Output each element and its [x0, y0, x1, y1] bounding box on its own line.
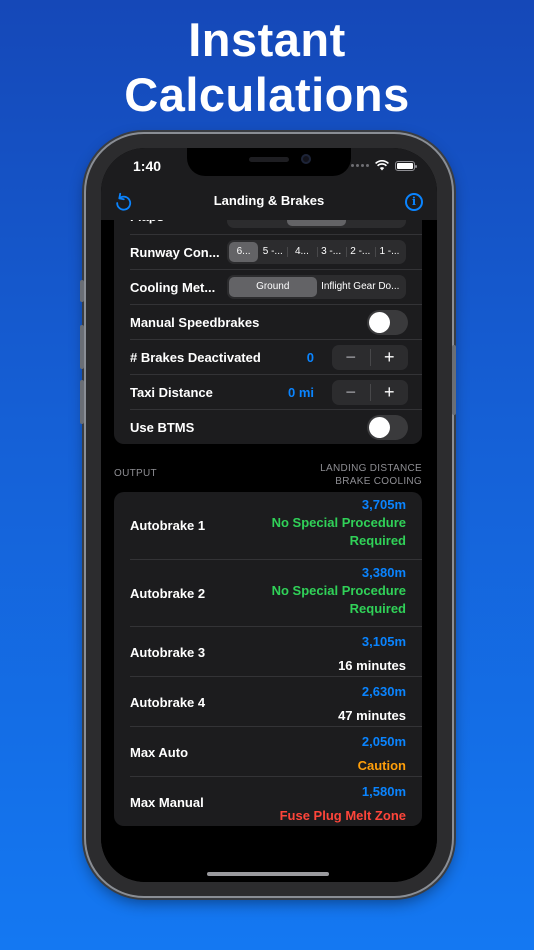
front-camera: [301, 154, 311, 164]
output-row-label: Autobrake 2: [130, 586, 206, 601]
output-row-label: Max Manual: [130, 795, 204, 810]
manual-speedbrakes-row: Manual Speedbrakes: [114, 305, 422, 340]
brake-cooling-value: Fuse Plug Melt Zone: [279, 808, 406, 823]
battery-icon: [395, 160, 417, 171]
brake-cooling-value-cont: Required: [349, 601, 406, 616]
output-group: Autobrake 1 3,705m No Special Procedure …: [114, 492, 422, 826]
cooling-method-row: Cooling Met... Ground Inflight Gear Do..…: [114, 270, 422, 305]
landing-distance-value: 3,705m: [361, 497, 406, 512]
brake-cooling-header: BRAKE COOLING: [335, 476, 422, 487]
output-row: Autobrake 1 3,705m No Special Procedure …: [114, 492, 422, 560]
output-row: Autobrake 2 3,380m No Special Procedure …: [114, 560, 422, 627]
manual-speedbrakes-toggle[interactable]: [367, 310, 408, 335]
phone-volume-down: [80, 380, 84, 424]
settings-group: Flaps 20 25 30 Runway Con... 6... 5 -...…: [114, 200, 422, 444]
output-row: Autobrake 4 2,630m 47 minutes: [114, 677, 422, 727]
phone-silent-switch: [80, 280, 84, 302]
output-row-values: 2,050m Caution: [358, 730, 406, 778]
output-row: Autobrake 3 3,105m 16 minutes: [114, 627, 422, 677]
landing-distance-value: 1,580m: [361, 784, 406, 799]
output-row-values: 3,380m No Special Procedure Required: [272, 564, 406, 618]
landing-distance-header: LANDING DISTANCE: [320, 463, 422, 474]
cooling-option-selected[interactable]: Ground: [229, 277, 317, 297]
brake-cooling-value-cont: Required: [349, 533, 406, 548]
manual-speedbrakes-label: Manual Speedbrakes: [130, 315, 260, 330]
brake-cooling-value: 16 minutes: [338, 658, 406, 673]
brake-cooling-value: 47 minutes: [338, 708, 406, 723]
brakes-deactivated-stepper[interactable]: − +: [332, 345, 408, 370]
phone-power-button: [452, 345, 456, 415]
output-row-label: Autobrake 4: [130, 695, 206, 710]
phone-screen: 1:40 Landing & Brakes i Flaps 20: [101, 148, 437, 882]
headline-line-1: Instant: [188, 13, 346, 66]
brakes-deactivated-label: # Brakes Deactivated: [130, 350, 261, 365]
decrement-button[interactable]: −: [332, 348, 371, 366]
brake-cooling-value: No Special Procedure: [271, 515, 406, 530]
landing-distance-value: 2,050m: [361, 734, 406, 749]
runway-option-selected[interactable]: 6...: [229, 242, 259, 262]
runway-option[interactable]: 1 -...: [374, 242, 404, 262]
output-row-values: 3,705m No Special Procedure Required: [272, 496, 406, 550]
page-title: Landing & Brakes: [213, 193, 325, 208]
notch: [187, 148, 351, 176]
runway-condition-label: Runway Con...: [130, 245, 220, 260]
taxi-distance-value: 0 mi: [287, 385, 314, 400]
taxi-distance-stepper[interactable]: − +: [332, 380, 408, 405]
cooling-method-segmented-control[interactable]: Ground Inflight Gear Do...: [227, 275, 406, 299]
increment-button[interactable]: +: [371, 383, 409, 401]
brakes-deactivated-value: 0: [306, 350, 314, 365]
home-indicator[interactable]: [207, 872, 329, 876]
use-btms-toggle[interactable]: [367, 415, 408, 440]
brake-cooling-value: Caution: [357, 758, 406, 773]
status-icons: [351, 160, 417, 171]
phone-volume-up: [80, 325, 84, 369]
taxi-distance-row: Taxi Distance 0 mi − +: [114, 375, 422, 410]
decrement-button[interactable]: −: [332, 383, 371, 401]
runway-option[interactable]: 4...: [287, 242, 316, 262]
use-btms-label: Use BTMS: [130, 420, 195, 435]
speaker-grille: [249, 157, 289, 162]
runway-option[interactable]: 2 -...: [345, 242, 375, 262]
cooling-option[interactable]: Inflight Gear Do...: [317, 277, 405, 297]
marketing-headline: Instant Calculations: [0, 12, 534, 122]
output-row-values: 1,580m Fuse Plug Melt Zone: [280, 780, 406, 826]
increment-button[interactable]: +: [371, 348, 409, 366]
runway-condition-segmented-control[interactable]: 6... 5 -... 4... 3 -... 2 -... 1 -...: [227, 240, 406, 264]
cooling-method-label: Cooling Met...: [130, 280, 216, 295]
runway-condition-row: Runway Con... 6... 5 -... 4... 3 -... 2 …: [114, 235, 422, 270]
brake-cooling-value: No Special Procedure: [271, 583, 406, 598]
taxi-distance-label: Taxi Distance: [130, 385, 213, 400]
brakes-deactivated-row: # Brakes Deactivated 0 − +: [114, 340, 422, 375]
landing-distance-value: 3,380m: [361, 565, 406, 580]
output-row: Max Manual 1,580m Fuse Plug Melt Zone: [114, 777, 422, 826]
output-row: Max Auto 2,050m Caution: [114, 727, 422, 777]
output-row-label: Max Auto: [130, 745, 189, 760]
output-column-headers: LANDING DISTANCE BRAKE COOLING: [320, 462, 422, 488]
wifi-icon: [375, 160, 389, 171]
main-content: Flaps 20 25 30 Runway Con... 6... 5 -...…: [101, 200, 437, 882]
use-btms-row: Use BTMS: [114, 410, 422, 444]
cellular-signal-icon: [351, 164, 369, 167]
status-time: 1:40: [133, 158, 162, 174]
runway-option[interactable]: 5 -...: [258, 242, 287, 262]
info-icon[interactable]: i: [405, 193, 423, 211]
headline-line-2: Calculations: [124, 68, 410, 121]
output-row-label: Autobrake 1: [130, 518, 206, 533]
output-row-label: Autobrake 3: [130, 645, 206, 660]
landing-distance-value: 2,630m: [361, 684, 406, 699]
output-section-header: OUTPUT: [114, 468, 157, 479]
output-row-values: 3,105m 16 minutes: [338, 630, 406, 678]
output-row-values: 2,630m 47 minutes: [338, 680, 406, 728]
runway-option[interactable]: 3 -...: [316, 242, 346, 262]
landing-distance-value: 3,105m: [361, 634, 406, 649]
